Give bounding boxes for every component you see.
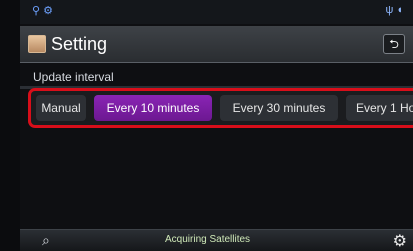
option-every-1-hour[interactable]: Every 1 Hour [346,95,413,121]
back-button[interactable]: ⮌ [383,34,405,54]
status-right-icons: ψ ◖ [385,4,403,16]
settings-icon [28,35,46,53]
status-left-icons: ⚲ ⚙ [32,5,53,17]
map-search-icon[interactable]: ⌕ [42,232,50,249]
update-interval-label: Update interval [33,70,114,84]
gear-icon[interactable]: ⚙ [393,231,407,251]
option-every-30-minutes[interactable]: Every 30 minutes [220,95,338,121]
page-title: Setting [51,34,108,54]
update-interval-options: Manual Every 10 minutes Every 30 minutes… [28,88,413,128]
option-every-10-minutes[interactable]: Every 10 minutes [94,95,212,121]
header: Setting ⮌ [20,26,413,63]
option-manual[interactable]: Manual [36,95,86,121]
gps-status-text: Acquiring Satellites [165,234,251,245]
bottom-bar: ⌕ Acquiring Satellites ⚙ [20,229,413,251]
setting-screen: ⚲ ⚙ ψ ◖ Setting ⮌ Update interval Manual… [20,0,413,251]
status-bar: ⚲ ⚙ ψ ◖ [20,0,413,24]
